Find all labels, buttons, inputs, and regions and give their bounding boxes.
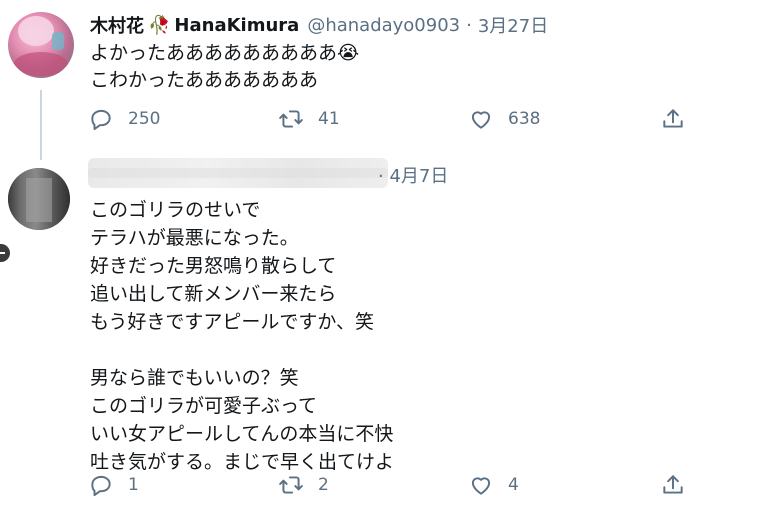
- heart-icon: [471, 111, 491, 129]
- retweet-count: 41: [318, 109, 340, 129]
- avatar-photo-part: [18, 16, 54, 46]
- share-icon: [663, 475, 683, 494]
- separator-dot: ·: [466, 14, 472, 36]
- tweet-line: このゴリラのせいで: [90, 199, 261, 221]
- avatar-photo-part: [14, 52, 68, 76]
- share-icon: [663, 109, 683, 128]
- tweet-date[interactable]: 4月7日: [389, 166, 448, 187]
- redacted-username-part: [88, 168, 388, 178]
- tweet2-body: このゴリラのせいで テラハが最悪になった。 好きだった男怒鳴り散らして 追い出し…: [90, 196, 394, 476]
- redacted-username: [88, 158, 388, 188]
- share-button[interactable]: [660, 472, 686, 498]
- tweet-line: もう好きですアピールですか、笑: [90, 311, 375, 333]
- display-name[interactable]: 木村花: [90, 12, 144, 38]
- tweet-line: いい女アピールしてんの本当に不快: [90, 423, 394, 445]
- tweet-line: テラハが最悪になった。: [90, 227, 299, 249]
- reply-button[interactable]: 1: [88, 472, 139, 498]
- tweet-line: 男なら誰でもいいの？笑: [90, 367, 299, 389]
- thread-connector-line: [40, 90, 42, 160]
- retweet-button[interactable]: 41: [278, 106, 340, 132]
- user-avatar-blurred[interactable]: [8, 168, 70, 230]
- tweet1-header: 木村花 🥀 HanaKimura @hanadayo0903 · 3月27日: [90, 12, 548, 38]
- avatar-photo-part: [52, 32, 64, 50]
- reply-icon: [91, 475, 111, 497]
- collapse-icon[interactable]: [0, 244, 10, 262]
- reply-button[interactable]: 250: [88, 106, 160, 132]
- heart-icon: [471, 477, 491, 495]
- tweet-date[interactable]: 3月27日: [478, 12, 548, 38]
- avatar-blur-part: [26, 178, 52, 222]
- like-button[interactable]: 638: [468, 106, 540, 132]
- tweet2-date-row: · 4月7日: [378, 162, 448, 188]
- user-handle[interactable]: @hanadayo0903: [307, 15, 460, 36]
- display-name-suffix[interactable]: HanaKimura: [174, 15, 299, 36]
- retweet-icon: [279, 476, 303, 494]
- like-count: 4: [508, 475, 519, 495]
- reply-count: 1: [128, 475, 139, 495]
- tweet1-action-bar: 250 41 638: [88, 106, 698, 136]
- tweet-line: 好きだった男怒鳴り散らして: [90, 255, 337, 277]
- retweet-icon: [279, 110, 303, 128]
- retweet-button[interactable]: 2: [278, 472, 329, 498]
- tweet2-action-bar: 1 2 4: [88, 472, 698, 502]
- tweet-line: よかったあああああああああ😭: [90, 42, 360, 64]
- like-count: 638: [508, 109, 541, 129]
- share-button[interactable]: [660, 106, 686, 132]
- tweet1-body: よかったあああああああああ😭 こわかったあああああああ: [90, 40, 359, 94]
- tweet-line: このゴリラが可愛子ぶって: [90, 395, 318, 417]
- user-avatar-hanakimura[interactable]: [8, 12, 74, 78]
- reply-icon: [91, 109, 111, 131]
- rose-icon: 🥀: [148, 14, 171, 36]
- minus-glyph: [0, 252, 5, 254]
- separator-dot: ·: [378, 166, 384, 187]
- retweet-count: 2: [318, 475, 329, 495]
- like-button[interactable]: 4: [468, 472, 519, 498]
- reply-count: 250: [128, 109, 161, 129]
- tweet-line: 追い出して新メンバー来たら: [90, 283, 337, 305]
- tweet-line: こわかったあああああああ: [90, 69, 319, 91]
